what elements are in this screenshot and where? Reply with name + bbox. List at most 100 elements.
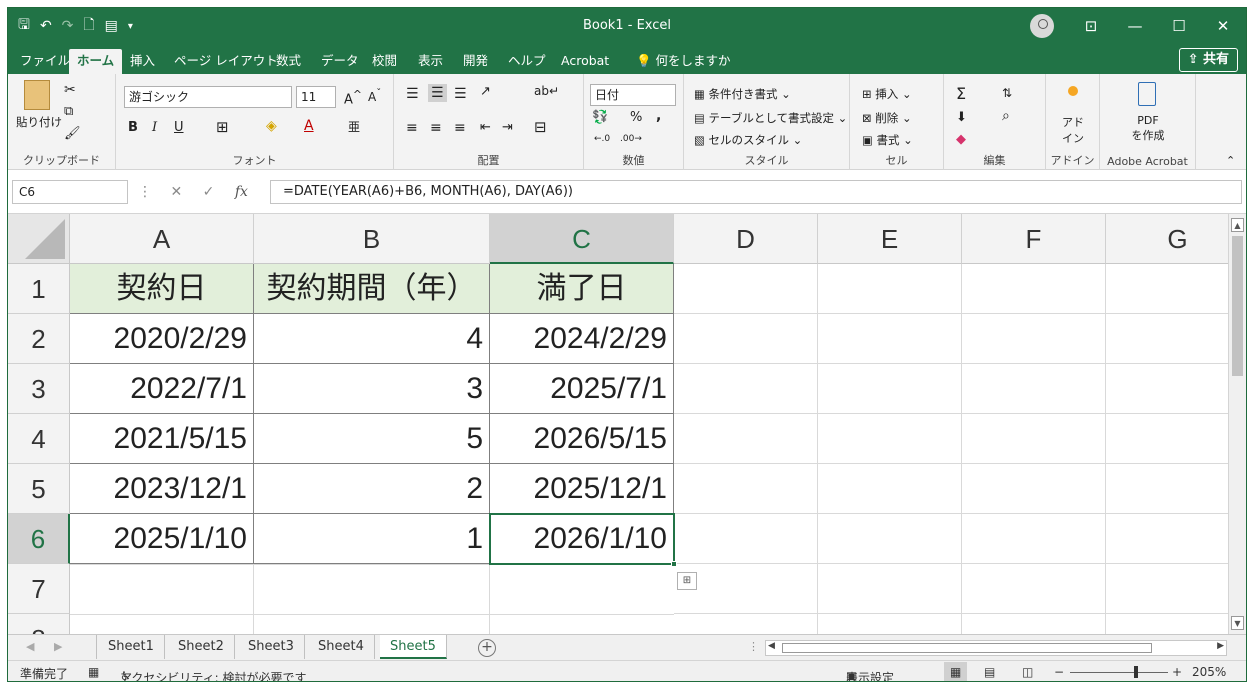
column-header-b[interactable]: B <box>254 214 490 264</box>
align-center-icon[interactable]: ≡ <box>430 120 442 136</box>
fill-icon[interactable]: ⬇ <box>956 110 967 125</box>
enter-icon[interactable]: ✓ <box>203 184 215 200</box>
zoom-level[interactable]: 205% <box>1192 665 1226 679</box>
tab-formulas[interactable]: 数式 <box>268 49 309 74</box>
macro-record-icon[interactable]: ▦ <box>88 665 99 679</box>
vertical-scroll-thumb[interactable] <box>1232 236 1243 376</box>
add-sheet-icon[interactable]: + <box>478 639 496 657</box>
row-header-7[interactable]: 7 <box>8 564 70 614</box>
conditional-format-button[interactable]: ▦ 条件付き書式 ⌄ <box>694 86 791 102</box>
cell-a6[interactable]: 2025/1/10 <box>70 514 254 564</box>
cell-c2[interactable]: 2024/2/29 <box>490 314 674 364</box>
comma-button[interactable]: , <box>656 108 661 124</box>
column-header-g[interactable]: G <box>1106 214 1228 264</box>
collapse-ribbon-icon[interactable]: ⌃ <box>1226 154 1235 167</box>
find-select-icon[interactable]: ⌕ <box>1002 108 1010 124</box>
normal-view-icon[interactable]: ▦ <box>944 662 968 681</box>
row-header-4[interactable]: 4 <box>8 414 70 464</box>
cell-b3[interactable]: 3 <box>254 364 490 414</box>
cell-a2[interactable]: 2020/2/29 <box>70 314 254 364</box>
italic-button[interactable]: I <box>152 120 157 135</box>
format-cells-button[interactable]: ▣ 書式 ⌄ <box>862 132 913 148</box>
maximize-icon[interactable]: ☐ <box>1164 14 1194 38</box>
tab-data[interactable]: データ <box>313 49 367 74</box>
sheet-tab-3[interactable]: Sheet3 <box>238 635 305 659</box>
underline-button[interactable]: U <box>174 120 184 135</box>
font-size-select[interactable]: 11 <box>296 86 336 108</box>
borders-icon[interactable]: ⊞ <box>216 118 229 136</box>
addins-button[interactable]: アド イン <box>1056 114 1090 146</box>
row-header-6[interactable]: 6 <box>8 514 70 564</box>
worksheet-grid[interactable]: A B C D E F G 1 2 3 4 5 6 7 8 契約日 契約期間（年… <box>8 214 1228 634</box>
sort-filter-icon[interactable]: ⇅ <box>1002 86 1012 100</box>
tab-view[interactable]: 表示 <box>410 49 451 74</box>
column-header-a[interactable]: A <box>70 214 254 264</box>
cell-a5[interactable]: 2023/12/1 <box>70 464 254 514</box>
cell-a3[interactable]: 2022/7/1 <box>70 364 254 414</box>
tab-help[interactable]: ヘルプ <box>500 49 554 74</box>
tab-developer[interactable]: 開発 <box>455 49 496 74</box>
column-header-d[interactable]: D <box>674 214 818 264</box>
row-header-3[interactable]: 3 <box>8 364 70 414</box>
decrease-indent-icon[interactable]: ⇤ <box>480 120 491 135</box>
column-header-e[interactable]: E <box>818 214 962 264</box>
font-color-icon[interactable]: A <box>304 118 314 134</box>
select-all-button[interactable] <box>8 214 70 264</box>
decrease-decimal-icon[interactable]: .00→ <box>620 134 642 144</box>
cell-c3[interactable]: 2025/7/1 <box>490 364 674 414</box>
zoom-out-icon[interactable]: − <box>1054 665 1064 679</box>
column-header-f[interactable]: F <box>962 214 1106 264</box>
tab-review[interactable]: 校閲 <box>364 49 405 74</box>
insert-function-icon[interactable]: fx <box>235 184 248 200</box>
share-button[interactable]: ⇪ 共有 <box>1178 48 1238 72</box>
align-top-icon[interactable]: ☰ <box>406 86 419 102</box>
scroll-right-icon[interactable]: ▶ <box>1217 641 1224 651</box>
create-pdf-button[interactable]: PDF を作成 <box>1118 114 1178 143</box>
empty-rows-area[interactable] <box>70 564 674 634</box>
insert-cells-button[interactable]: ⊞ 挿入 ⌄ <box>862 86 912 102</box>
close-icon[interactable]: ✕ <box>1208 14 1238 38</box>
tab-insert[interactable]: 挿入 <box>122 49 163 74</box>
format-as-table-button[interactable]: ▤ テーブルとして書式設定 ⌄ <box>694 110 847 126</box>
fill-color-icon[interactable]: ◈ <box>266 118 277 134</box>
increase-font-icon[interactable]: A^ <box>344 88 362 107</box>
sheet-tab-5[interactable]: Sheet5 <box>380 635 447 659</box>
prev-sheet-icon[interactable]: ◀ <box>26 640 34 653</box>
align-middle-icon[interactable]: ☰ <box>428 84 447 102</box>
delete-cells-button[interactable]: ⊠ 削除 ⌄ <box>862 110 912 126</box>
row-header-5[interactable]: 5 <box>8 464 70 514</box>
merge-center-icon[interactable]: ⊟ <box>534 118 547 136</box>
page-layout-view-icon[interactable]: ▤ <box>984 665 995 679</box>
minimize-icon[interactable]: — <box>1120 14 1150 38</box>
tab-split-icon[interactable]: ⋮ <box>748 640 759 653</box>
cell-b5[interactable]: 2 <box>254 464 490 514</box>
addins-icon[interactable] <box>1068 86 1078 96</box>
number-format-select[interactable]: 日付 <box>590 84 676 106</box>
scroll-left-icon[interactable]: ◀ <box>768 641 775 651</box>
decrease-font-icon[interactable]: Aˇ <box>368 88 381 104</box>
sheet-tab-1[interactable]: Sheet1 <box>98 635 165 659</box>
increase-indent-icon[interactable]: ⇥ <box>502 120 513 135</box>
row-header-1[interactable]: 1 <box>8 264 70 314</box>
formula-input[interactable]: =DATE(YEAR(A6)+B6, MONTH(A6), DAY(A6)) <box>270 180 1242 204</box>
cell-b6[interactable]: 1 <box>254 514 490 564</box>
cell-a1[interactable]: 契約日 <box>70 264 254 314</box>
page-break-view-icon[interactable]: ◫ <box>1022 665 1033 679</box>
align-bottom-icon[interactable]: ☰ <box>454 86 467 102</box>
paste-icon[interactable] <box>24 80 50 110</box>
autosum-icon[interactable]: Σ <box>956 84 966 103</box>
tell-me-search[interactable]: 💡 何をしますか <box>628 49 739 74</box>
zoom-in-icon[interactable]: + <box>1172 665 1182 679</box>
cell-c6[interactable]: 2026/1/10 <box>490 514 674 564</box>
cell-a4[interactable]: 2021/5/15 <box>70 414 254 464</box>
user-avatar-icon[interactable] <box>1030 14 1054 38</box>
format-painter-icon[interactable]: 🖌 <box>64 126 81 141</box>
tab-home[interactable]: ホーム <box>69 49 123 74</box>
horizontal-scrollbar[interactable]: ◀ ▶ <box>765 640 1227 656</box>
next-sheet-icon[interactable]: ▶ <box>54 640 62 653</box>
cell-styles-button[interactable]: ▧ セルのスタイル ⌄ <box>694 132 802 148</box>
zoom-slider-thumb[interactable] <box>1134 666 1138 678</box>
font-name-select[interactable]: 游ゴシック <box>124 86 292 108</box>
cell-b2[interactable]: 4 <box>254 314 490 364</box>
fill-handle[interactable] <box>671 561 677 567</box>
